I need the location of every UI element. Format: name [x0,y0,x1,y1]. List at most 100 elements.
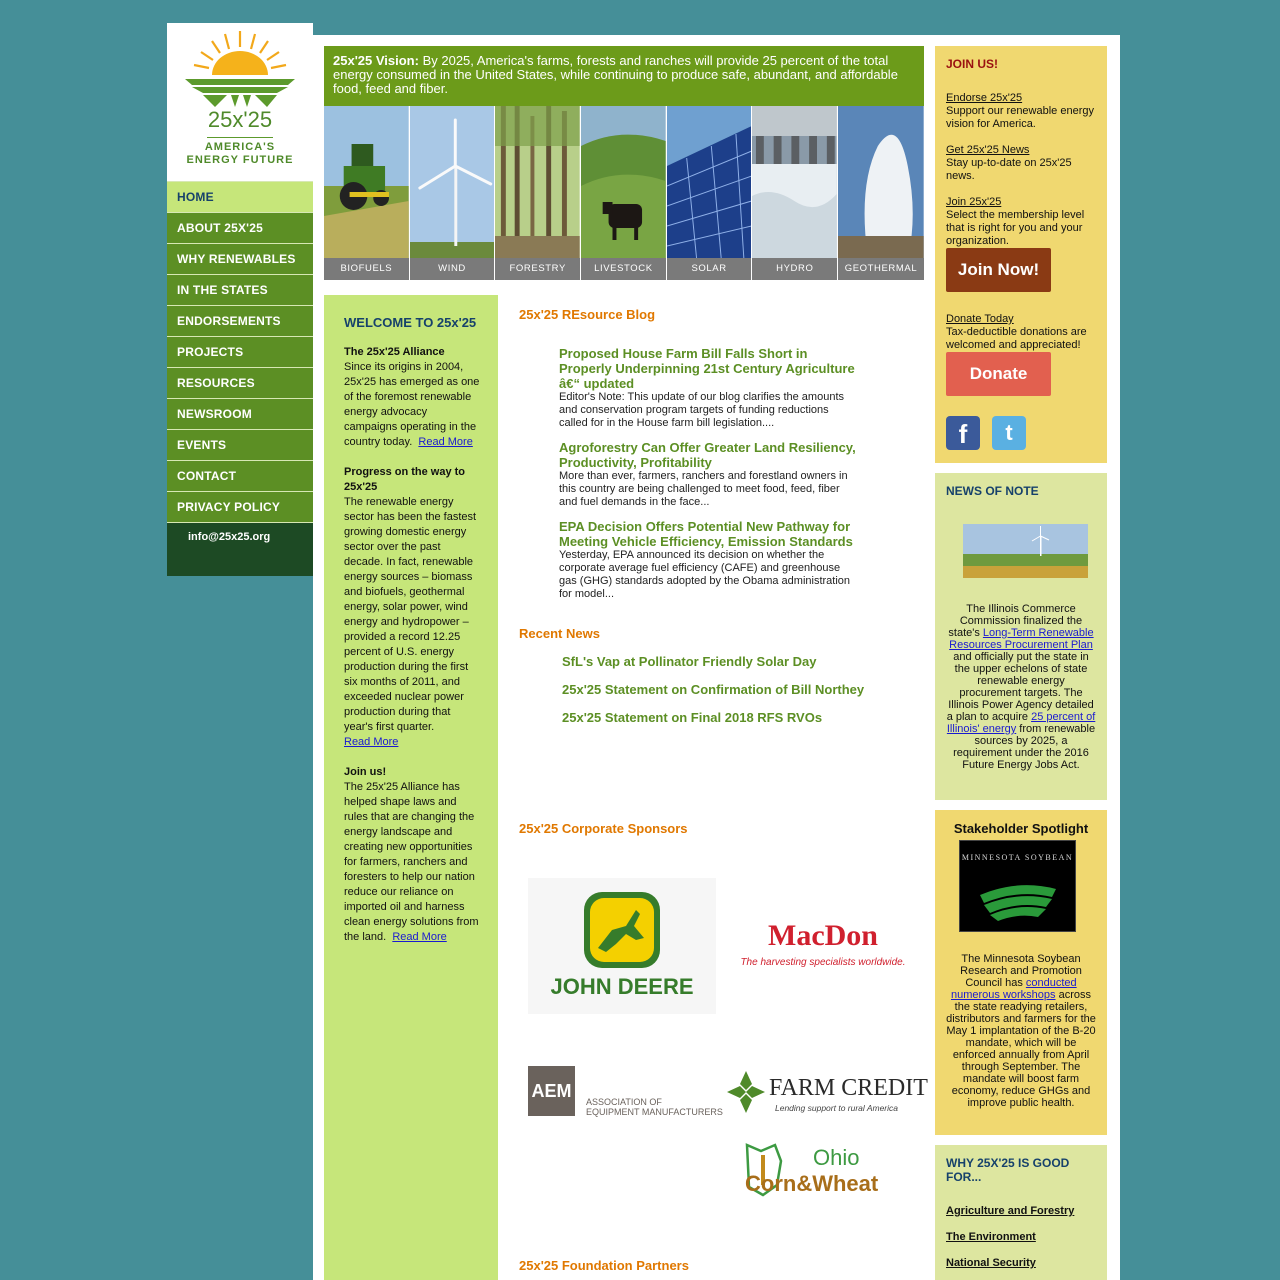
facebook-icon[interactable]: f [946,416,980,450]
photo-livestock[interactable]: LIVESTOCK [581,106,667,280]
photo-caption: WIND [409,258,495,280]
macdon-sponsor-logo[interactable]: MacDon The harvesting specialists worldw… [723,915,923,975]
twitter-icon[interactable]: t [992,416,1026,450]
nav-item-in-the-states[interactable]: IN THE STATES [167,274,313,305]
endorse-text: Support our renewable energy vision for … [946,105,1094,130]
sponsors-title: 25x'25 Corporate Sponsors [519,821,688,836]
photo-solar[interactable]: SOLAR [666,106,753,280]
spotlight-text-2: across the state readying retailers, dis… [946,989,1096,1109]
news-of-note-title: NEWS OF NOTE [946,484,1039,498]
welcome-column: WELCOME TO 25x'25 The 25x'25 Alliance Si… [324,295,498,1280]
donate-button[interactable]: Donate [946,352,1051,396]
progress-text: The renewable energy sector has been the… [344,496,477,733]
blog-post-title-3[interactable]: EPA Decision Offers Potential New Pathwa… [559,519,859,549]
alliance-text: Since its origins in 2004, 25x'25 has em… [344,361,480,448]
logo-line1: AMERICA'S [204,141,276,153]
foundation-partners-title: 25x'25 Foundation Partners [519,1258,689,1273]
farm-credit-text: FARM CREDIT [769,1075,928,1101]
photo-caption: SOLAR [666,258,752,280]
why-link-agriculture[interactable]: Agriculture and Forestry [946,1205,1074,1217]
minnesota-soybean-logo[interactable]: MINNESOTA SOYBEAN [959,840,1076,932]
wind-farm-photo[interactable] [963,524,1088,578]
join-us-text: The 25x'25 Alliance has helped shape law… [344,781,479,943]
site-logo[interactable]: 25x'25 AMERICA'S ENERGY FUTURE [167,23,313,181]
join-us-box: JOIN US! Endorse 25x'25 Support our rene… [935,46,1107,463]
main-nav: HOME ABOUT 25X'25 WHY RENEWABLES IN THE … [167,181,313,576]
nav-item-resources[interactable]: RESOURCES [167,367,313,398]
photo-caption: GEOTHERMAL [838,258,924,280]
photo-geothermal[interactable]: GEOTHERMAL [838,106,924,280]
photo-wind[interactable]: WIND [409,106,496,280]
geyser-image [838,106,924,258]
photo-caption: LIVESTOCK [581,258,666,280]
nav-item-events[interactable]: EVENTS [167,429,313,460]
join-us-block: Join us! The 25x'25 Alliance has helped … [344,765,480,945]
join-now-button[interactable]: Join Now! [946,248,1051,292]
nav-item-newsroom[interactable]: NEWSROOM [167,398,313,429]
why-good-for-box: WHY 25X'25 IS GOOD FOR... Agriculture an… [935,1145,1107,1280]
blog-post-title-1[interactable]: Proposed House Farm Bill Falls Short in … [559,346,859,391]
news-link-3[interactable]: 25x'25 Statement on Final 2018 RFS RVOs [562,710,822,725]
join-us-title: JOIN US! [946,57,999,71]
blog-title: 25x'25 REsource Blog [519,307,656,322]
news-link-1[interactable]: SfL's Vap at Pollinator Friendly Solar D… [562,654,817,669]
tractor-field-image [324,106,409,258]
john-deere-text: JOHN DEERE [550,974,694,999]
solar-panel-image [666,106,752,258]
welcome-title: WELCOME TO 25x'25 [344,315,477,330]
nav-item-home[interactable]: HOME [167,181,313,212]
why-link-national-security[interactable]: National Security [946,1257,1036,1269]
get-news-link[interactable]: Get 25x'25 News [946,144,1029,156]
photo-hydro[interactable]: HYDRO [752,106,839,280]
join-us-read-more-link[interactable]: Read More [392,931,446,943]
aem-line2: EQUIPMENT MANUFACTURERS [586,1107,723,1117]
ohio-corn-wheat-sponsor-logo[interactable]: Ohio Corn&Wheat [743,1141,903,1201]
nav-item-privacy-policy[interactable]: PRIVACY POLICY [167,491,313,522]
blog-post-excerpt-3: Yesterday, EPA announced its decision on… [559,549,851,600]
corn-wheat-text: Corn&Wheat [745,1171,879,1196]
nav-item-endorsements[interactable]: ENDORSEMENTS [167,305,313,336]
nav-item-why-renewables[interactable]: WHY RENEWABLES [167,243,313,274]
alliance-heading: The 25x'25 Alliance [344,346,445,358]
endorse-link[interactable]: Endorse 25x'25 [946,92,1022,104]
nav-item-about[interactable]: ABOUT 25X'25 [167,212,313,243]
aem-line1: ASSOCIATION OF [586,1097,662,1107]
nav-item-projects[interactable]: PROJECTS [167,336,313,367]
alliance-block: The 25x'25 Alliance Since its origins in… [344,345,480,450]
photo-caption: BIOFUELS [324,258,409,280]
vision-banner: 25x'25 Vision: By 2025, America's farms,… [324,46,924,106]
blog-post-excerpt-1: Editor's Note: This update of our blog c… [559,391,844,429]
news-link-2[interactable]: 25x'25 Statement on Confirmation of Bill… [562,682,864,697]
why-link-environment[interactable]: The Environment [946,1231,1036,1243]
aem-text: AEM [528,1066,575,1116]
energy-photo-strip: BIOFUELS WIND FORESTRY LIVESTOCK SOLAR H… [324,106,924,280]
spotlight-text: The Minnesota Soybean Research and Promo… [945,953,1097,1109]
wind-turbine-image [409,106,495,258]
blog-post-title-2[interactable]: Agroforestry Can Offer Greater Land Resi… [559,440,859,470]
why-title: WHY 25X'25 IS GOOD FOR... [946,1156,1070,1184]
photo-biofuels[interactable]: BIOFUELS [324,106,410,280]
aem-sponsor-logo[interactable]: AEM ASSOCIATION OF EQUIPMENT MANUFACTURE… [528,1065,723,1121]
spotlight-title: Stakeholder Spotlight [953,821,1089,836]
stakeholder-spotlight-box: Stakeholder Spotlight MINNESOTA SOYBEAN … [935,810,1107,1135]
progress-read-more-link[interactable]: Read More [344,736,398,748]
join-text: Select the membership level that is righ… [946,209,1085,247]
news-of-note-text: The Illinois Commerce Commission finaliz… [945,603,1097,771]
photo-caption: HYDRO [752,258,838,280]
photo-forestry[interactable]: FORESTRY [495,106,582,280]
join-link[interactable]: Join 25x'25 [946,196,1001,208]
email-link[interactable]: info@25x25.org [188,531,270,543]
join-us-heading: Join us! [344,766,387,778]
nav-item-contact[interactable]: CONTACT [167,460,313,491]
main-panel: 25x'25 Vision: By 2025, America's farms,… [313,35,1120,1280]
macdon-text: MacDon [768,919,878,952]
get-news-text: Stay up-to-date on 25x'25 news. [946,157,1072,182]
donate-text: Tax-deductible donations are welcomed an… [946,326,1087,351]
alliance-read-more-link[interactable]: Read More [418,436,472,448]
left-sidebar: 25x'25 AMERICA'S ENERGY FUTURE HOME ABOU… [167,23,313,576]
cow-pasture-image [581,106,666,258]
farm-credit-sponsor-logo[interactable]: FARM CREDIT Lending support to rural Ame… [723,1065,928,1121]
logo-line2: ENERGY FUTURE [186,154,294,166]
john-deere-sponsor-logo[interactable]: JOHN DEERE [528,878,716,1014]
donate-link[interactable]: Donate Today [946,313,1014,325]
